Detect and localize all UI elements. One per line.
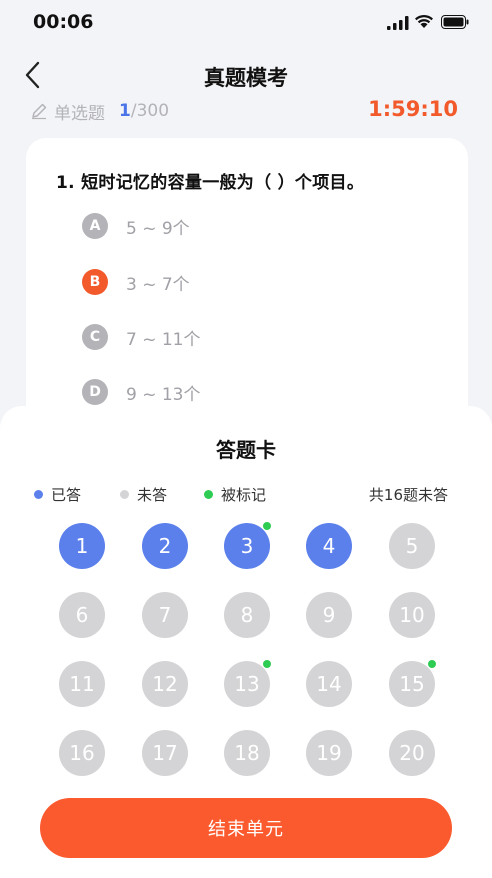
battery-icon [441,15,469,29]
question-number-button[interactable]: 10 [389,592,435,638]
answered-dot-icon [34,489,43,499]
question-number-label: 18 [234,741,260,765]
page-title: 真题模考 [204,66,288,90]
option-letter: B [82,269,108,295]
question-number-label: 4 [322,534,336,558]
question-number-label: 20 [399,741,425,765]
question-number-button[interactable]: 15 [389,659,437,707]
question-number-button[interactable]: 7 [142,592,188,638]
question-number-label: 13 [234,672,260,696]
question-number-label: 6 [75,603,89,627]
option-a[interactable]: A 5 ~ 9个 [82,212,190,240]
question-type-row: 单选题 1/300 [30,98,169,124]
question-number-button[interactable]: 20 [389,730,435,776]
option-d[interactable]: D 9 ~ 13个 [82,378,201,406]
question-number-button[interactable]: 8 [224,592,270,638]
option-text: 7 ~ 11个 [126,329,201,350]
legend-unanswered-label: 未答 [137,485,168,504]
pencil-icon [32,103,47,120]
option-letter: D [82,379,108,405]
unanswered-count: 共16题未答 [368,486,448,504]
legend-answered: 已答 [34,484,81,504]
legend-answered-label: 已答 [51,485,82,504]
finish-unit-button[interactable]: 结束单元 [40,798,452,858]
marked-dot-icon [262,659,272,669]
question-number-button[interactable]: 14 [306,661,352,707]
question-number-label: 9 [322,603,336,627]
question-number-button[interactable]: 5 [389,523,435,569]
question-number-button[interactable]: 4 [306,523,352,569]
question-card: 1. 短时记忆的容量一般为（ ）个项目。 A 5 ~ 9个 B 3 ~ 7个 C… [26,138,468,438]
option-letter: A [82,213,108,239]
question-number-label: 2 [158,534,172,558]
question-number-label: 19 [316,741,342,765]
current-question-number: 1 [119,101,131,121]
question-number-button[interactable]: 2 [142,523,188,569]
status-bar: 00:06 [0,0,492,46]
question-number-button[interactable]: 19 [306,730,352,776]
total-questions: /300 [130,101,170,121]
question-number-button[interactable]: 12 [142,661,188,707]
question-number-label: 12 [152,672,178,696]
question-number-label: 16 [69,741,95,765]
question-type-label: 单选题 [54,103,105,124]
signal-icon [387,16,409,30]
option-b[interactable]: B 3 ~ 7个 [82,268,190,296]
question-number-button[interactable]: 17 [142,730,188,776]
unanswered-dot-icon [120,489,129,499]
question-number-label: 8 [240,603,254,627]
legend-marked-label: 被标记 [221,485,267,504]
question-number-label: 5 [405,534,419,558]
marked-dot-icon [204,489,213,499]
question-number-label: 10 [399,603,425,627]
marked-dot-icon [262,521,272,531]
option-letter: C [82,324,108,350]
marked-dot-icon [427,659,437,669]
option-text: 5 ~ 9个 [126,218,190,239]
question-progress: 1/300 [119,101,169,121]
option-text: 3 ~ 7个 [126,274,190,295]
question-number-button[interactable]: 1 [59,523,105,569]
question-number-button[interactable]: 11 [59,661,105,707]
question-number-button[interactable]: 9 [306,592,352,638]
question-number-label: 11 [69,672,95,696]
question-number-label: 3 [240,534,254,558]
question-number-label: 15 [399,672,425,696]
question-number-button[interactable]: 16 [59,730,105,776]
question-number-label: 7 [158,603,172,627]
option-text: 9 ~ 13个 [126,384,201,405]
question-text: 1. 短时记忆的容量一般为（ ）个项目。 [56,173,365,193]
question-number-label: 17 [152,741,178,765]
question-number-button[interactable]: 3 [224,521,272,569]
countdown-timer: 1:59:10 [368,97,458,121]
question-number-label: 14 [316,672,342,696]
wifi-icon [415,14,433,28]
legend-marked: 被标记 [204,484,266,504]
option-c[interactable]: C 7 ~ 11个 [82,323,201,351]
question-number-button[interactable]: 13 [224,659,272,707]
legend-unanswered: 未答 [120,484,167,504]
status-time: 00:06 [33,11,94,33]
question-number-button[interactable]: 18 [224,730,270,776]
question-number-label: 1 [75,534,89,558]
question-number-button[interactable]: 6 [59,592,105,638]
answer-sheet-title: 答题卡 [216,438,276,462]
